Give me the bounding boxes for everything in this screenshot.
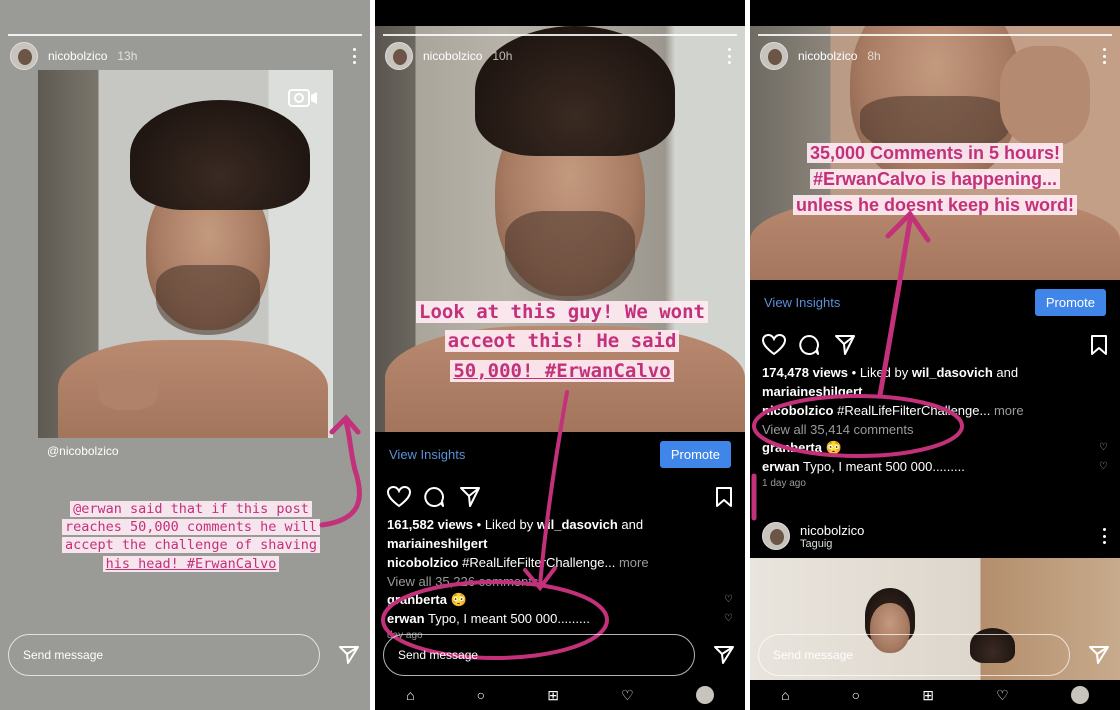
home-icon[interactable]: ⌂ bbox=[406, 687, 414, 703]
username[interactable]: nicobolzico bbox=[48, 49, 107, 63]
post-time: 8h bbox=[867, 49, 881, 63]
annotation-arrow bbox=[319, 414, 362, 528]
story-panel-3: nicobolzico 8h 35,000 Comments in 5 hour… bbox=[750, 0, 1120, 710]
annotation-text: Look at this guy! We wont acceot this! H… bbox=[389, 298, 735, 386]
home-icon[interactable]: ⌂ bbox=[781, 687, 789, 703]
send-message-placeholder: Send message bbox=[773, 648, 854, 662]
send-icon[interactable] bbox=[338, 645, 360, 665]
story-header: nicobolzico 8h bbox=[750, 40, 1120, 72]
story-panel-1: nicobolzico 13h @nicobolzico @erwan said… bbox=[0, 0, 370, 710]
avatar[interactable] bbox=[10, 42, 38, 70]
bottom-nav: ⌂ ○ ⊞ ♡ bbox=[375, 680, 745, 710]
annotation-line: accept the challenge of shaving bbox=[62, 537, 320, 554]
search-icon[interactable]: ○ bbox=[477, 687, 485, 703]
add-post-icon[interactable]: ⊞ bbox=[547, 687, 559, 704]
send-message-placeholder: Send message bbox=[398, 648, 479, 662]
more-options-icon[interactable] bbox=[1102, 48, 1106, 64]
annotation-line: acceot this! He said bbox=[444, 330, 680, 353]
send-icon[interactable] bbox=[713, 645, 735, 665]
mention-tag[interactable]: @nicobolzico bbox=[47, 444, 119, 458]
send-message-input[interactable]: Send message bbox=[758, 634, 1070, 676]
annotation-text: @erwan said that if this post reaches 50… bbox=[36, 500, 346, 573]
username[interactable]: nicobolzico bbox=[798, 49, 857, 63]
activity-icon[interactable]: ♡ bbox=[996, 687, 1009, 704]
add-post-icon[interactable]: ⊞ bbox=[922, 687, 934, 704]
post-time: 10h bbox=[492, 49, 513, 63]
avatar[interactable] bbox=[385, 42, 413, 70]
more-options-icon[interactable] bbox=[727, 48, 731, 64]
annotation-line: reaches 50,000 comments he will bbox=[62, 519, 320, 536]
annotation-line: #ErwanCalvo is happening... bbox=[809, 169, 1061, 190]
story-panel-2: nicobolzico 10h Look at this guy! We won… bbox=[375, 0, 745, 710]
bottom-nav: ⌂ ○ ⊞ ♡ bbox=[750, 680, 1120, 710]
annotation-line: 50,000! #ErwanCalvo bbox=[450, 359, 674, 382]
send-icon[interactable] bbox=[1088, 645, 1110, 665]
story-progress-bar bbox=[8, 34, 362, 36]
post-time: 13h bbox=[117, 49, 138, 63]
annotation-line: his head! #ErwanCalvo bbox=[102, 555, 280, 572]
hand bbox=[98, 370, 158, 410]
annotation-line: Look at this guy! We wont bbox=[416, 301, 708, 323]
annotation-line: 35,000 Comments in 5 hours! bbox=[806, 143, 1064, 163]
story-progress-bar bbox=[758, 34, 1112, 36]
annotation-arrow bbox=[751, 210, 964, 521]
story-header: nicobolzico 10h bbox=[375, 40, 745, 72]
shared-video-frame bbox=[38, 70, 333, 438]
activity-icon[interactable]: ♡ bbox=[621, 687, 634, 704]
story-progress-bar bbox=[383, 34, 737, 36]
profile-avatar-icon[interactable] bbox=[1070, 686, 1089, 704]
camera-icon[interactable] bbox=[288, 88, 318, 108]
more-options-icon[interactable] bbox=[352, 48, 356, 64]
username[interactable]: nicobolzico bbox=[423, 49, 482, 63]
send-message-input[interactable]: Send message bbox=[8, 634, 320, 676]
story-header: nicobolzico 13h bbox=[0, 40, 370, 72]
send-message-placeholder: Send message bbox=[23, 648, 104, 662]
profile-avatar-icon[interactable] bbox=[695, 686, 714, 704]
annotation-line: @erwan said that if this post bbox=[70, 501, 312, 517]
avatar[interactable] bbox=[760, 42, 788, 70]
send-message-input[interactable]: Send message bbox=[383, 634, 695, 676]
search-icon[interactable]: ○ bbox=[852, 687, 860, 703]
